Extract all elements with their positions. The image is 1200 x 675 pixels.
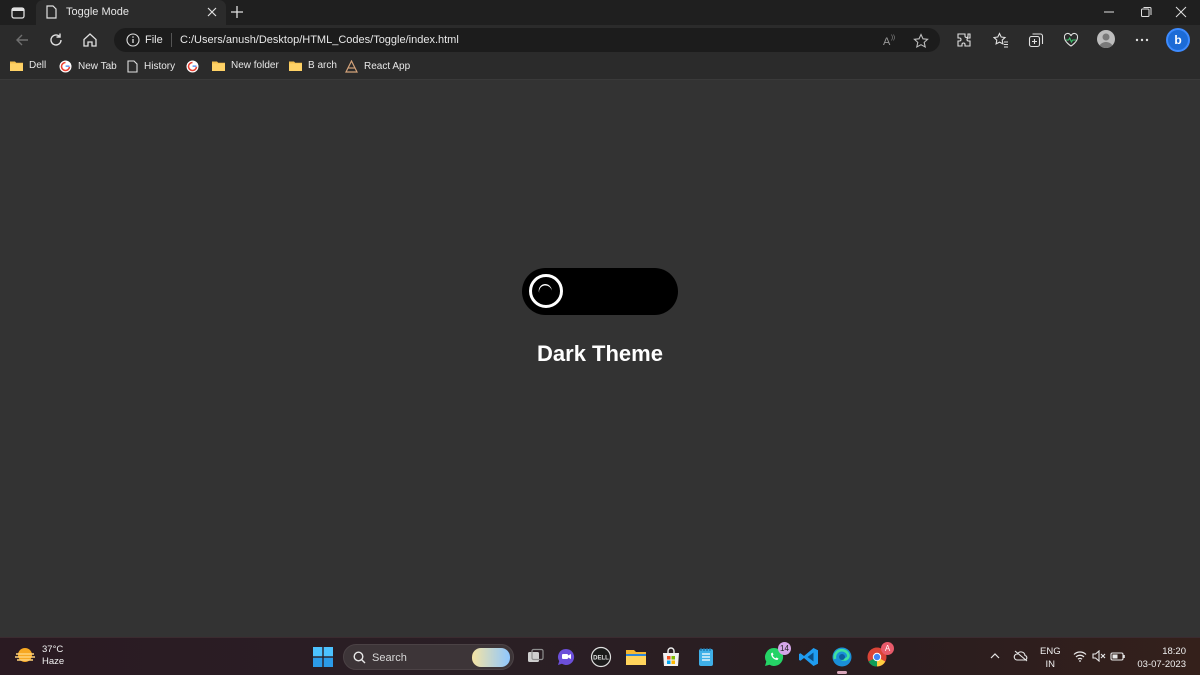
more-options-icon[interactable] bbox=[1134, 32, 1150, 48]
bookmark-b-arch[interactable]: B arch bbox=[289, 60, 337, 71]
weather-temp: 37°C bbox=[42, 644, 64, 656]
folder-icon bbox=[10, 60, 23, 71]
refresh-icon[interactable] bbox=[48, 32, 64, 48]
bookmark-label: React App bbox=[364, 61, 410, 72]
notification-badge: 14 bbox=[778, 642, 791, 655]
google-icon bbox=[186, 60, 199, 73]
favorite-star-icon[interactable] bbox=[913, 33, 929, 49]
system-clock[interactable]: 18:20 03-07-2023 bbox=[1134, 645, 1186, 671]
url-text[interactable]: C:/Users/anush/Desktop/HTML_Codes/Toggle… bbox=[180, 34, 459, 46]
new-tab-icon[interactable] bbox=[230, 5, 244, 19]
bookmark-history[interactable]: History bbox=[127, 60, 175, 73]
address-bar[interactable]: File C:/Users/anush/Desktop/HTML_Codes/T… bbox=[114, 28, 940, 52]
whatsapp-icon[interactable]: 14 bbox=[763, 646, 785, 668]
favorites-icon[interactable] bbox=[993, 32, 1009, 48]
info-icon[interactable] bbox=[126, 33, 140, 47]
bookmark-label: New folder bbox=[231, 60, 279, 71]
onedrive-offline-icon[interactable] bbox=[1013, 650, 1029, 662]
page-content: Dark Theme bbox=[0, 81, 1200, 637]
windows-taskbar: 37°C Haze Search DELL 14 bbox=[0, 637, 1200, 675]
bing-chat-icon[interactable]: b bbox=[1166, 28, 1190, 52]
dell-icon[interactable]: DELL bbox=[590, 646, 612, 668]
haze-sun-icon bbox=[14, 646, 36, 666]
bookmark-new-folder[interactable]: New folder bbox=[212, 60, 279, 71]
svg-text:)): )) bbox=[891, 35, 895, 41]
search-label: Search bbox=[372, 652, 407, 664]
home-icon[interactable] bbox=[82, 32, 98, 48]
teams-chat-icon[interactable] bbox=[555, 646, 577, 668]
vscode-icon[interactable] bbox=[798, 646, 820, 668]
google-icon bbox=[59, 60, 72, 73]
favorites-bar: Dell New Tab History New folder B arch R… bbox=[0, 55, 1200, 80]
collections-icon[interactable] bbox=[1028, 32, 1044, 48]
microsoft-store-icon[interactable] bbox=[660, 646, 682, 668]
weather-condition: Haze bbox=[42, 656, 64, 668]
minimize-icon[interactable] bbox=[1103, 6, 1115, 18]
file-explorer-icon[interactable] bbox=[625, 646, 647, 668]
bookmark-dell[interactable]: Dell bbox=[10, 60, 46, 71]
bookmark-google[interactable] bbox=[186, 60, 199, 73]
profile-badge: A bbox=[881, 642, 894, 655]
react-icon bbox=[345, 60, 358, 73]
task-view-icon[interactable] bbox=[524, 646, 546, 668]
bookmark-label: B arch bbox=[308, 60, 337, 71]
wifi-icon[interactable] bbox=[1073, 650, 1087, 662]
notepad-icon[interactable] bbox=[695, 646, 717, 668]
read-aloud-icon[interactable]: A)) bbox=[882, 33, 898, 47]
active-tab[interactable]: Toggle Mode bbox=[36, 0, 226, 25]
close-window-icon[interactable] bbox=[1175, 6, 1187, 18]
region-code: IN bbox=[1040, 658, 1061, 671]
windows-start-icon[interactable] bbox=[313, 647, 333, 667]
bookmark-react-app[interactable]: React App bbox=[345, 60, 410, 73]
tab-title: Toggle Mode bbox=[66, 6, 129, 18]
page-icon bbox=[46, 5, 57, 19]
volume-muted-icon[interactable] bbox=[1092, 650, 1106, 662]
moon-icon bbox=[528, 273, 564, 309]
browser-toolbar: File C:/Users/anush/Desktop/HTML_Codes/T… bbox=[0, 25, 1200, 55]
search-highlight-image bbox=[472, 648, 510, 667]
theme-label: Dark Theme bbox=[0, 341, 1200, 367]
clock-date: 03-07-2023 bbox=[1134, 658, 1186, 671]
bookmark-label: History bbox=[144, 61, 175, 72]
browser-essentials-icon[interactable] bbox=[1063, 32, 1079, 48]
address-divider bbox=[171, 33, 172, 47]
back-icon[interactable] bbox=[14, 32, 30, 48]
taskbar-search[interactable]: Search bbox=[343, 644, 514, 670]
bookmark-label: Dell bbox=[29, 60, 46, 71]
battery-icon[interactable] bbox=[1110, 650, 1126, 662]
tab-actions-icon[interactable] bbox=[9, 4, 27, 21]
active-app-indicator bbox=[837, 671, 847, 674]
page-icon bbox=[127, 60, 138, 73]
bookmark-label: New Tab bbox=[78, 61, 117, 72]
chrome-icon[interactable]: A bbox=[866, 646, 888, 668]
clock-time: 18:20 bbox=[1134, 645, 1186, 658]
weather-widget[interactable]: 37°C Haze bbox=[14, 644, 64, 668]
language-code: ENG bbox=[1040, 645, 1061, 658]
edge-icon[interactable] bbox=[831, 646, 853, 668]
title-bar: Toggle Mode bbox=[0, 0, 1200, 25]
dell-logo-text: DELL bbox=[593, 656, 609, 662]
svg-text:A: A bbox=[883, 36, 891, 47]
close-tab-icon[interactable] bbox=[206, 6, 218, 18]
folder-icon bbox=[212, 60, 225, 71]
show-hidden-icons-icon[interactable] bbox=[989, 650, 1001, 662]
profile-avatar[interactable] bbox=[1097, 30, 1115, 48]
extensions-icon[interactable] bbox=[956, 32, 972, 48]
bookmark-new-tab[interactable]: New Tab bbox=[59, 60, 117, 73]
folder-icon bbox=[289, 60, 302, 71]
search-icon bbox=[353, 651, 366, 664]
input-language[interactable]: ENG IN bbox=[1040, 645, 1061, 671]
theme-toggle[interactable] bbox=[522, 268, 678, 315]
scheme-label: File bbox=[145, 34, 163, 46]
restore-icon[interactable] bbox=[1140, 6, 1152, 18]
